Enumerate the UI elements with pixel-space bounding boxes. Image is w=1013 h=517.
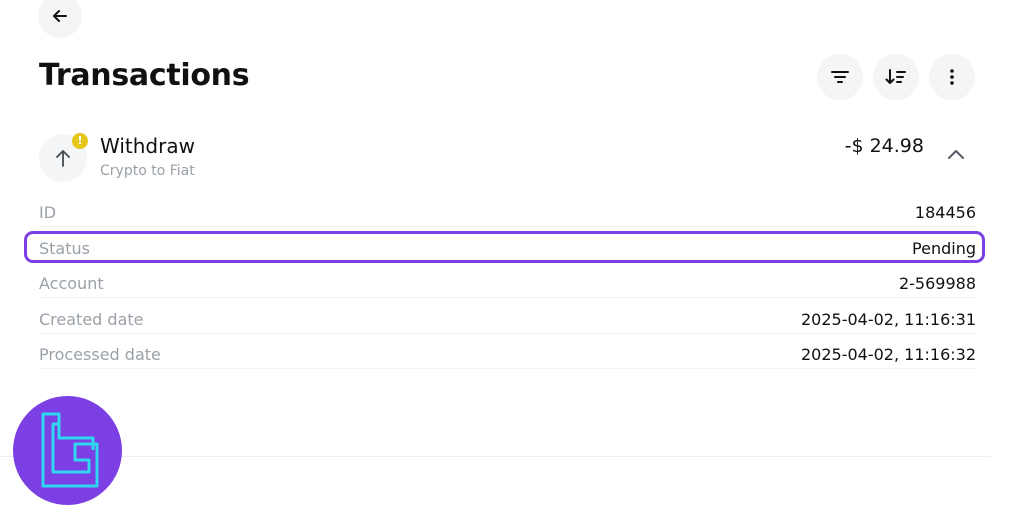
collapse-button[interactable] bbox=[942, 142, 970, 166]
chevron-up-icon bbox=[948, 150, 964, 159]
more-vertical-icon bbox=[950, 69, 954, 85]
detail-label: ID bbox=[39, 202, 57, 222]
arrow-up-icon bbox=[56, 150, 70, 167]
section-divider bbox=[0, 456, 991, 457]
filter-button[interactable] bbox=[817, 54, 863, 100]
detail-value: 2025-04-02, 11:16:31 bbox=[800, 309, 976, 329]
detail-row-created-date: Created date 2025-04-02, 11:16:31 bbox=[39, 304, 976, 334]
detail-row-id: ID 184456 bbox=[39, 197, 976, 227]
transactions-page: Transactions ! Withdraw Crypto to Fiat -… bbox=[0, 0, 1013, 517]
more-options-button[interactable] bbox=[929, 54, 975, 100]
status-highlight-frame bbox=[24, 231, 985, 263]
detail-row-processed-date: Processed date 2025-04-02, 11:16:32 bbox=[39, 339, 976, 369]
detail-label: Account bbox=[39, 273, 104, 293]
brand-logo bbox=[13, 396, 122, 505]
detail-value: 184456 bbox=[914, 202, 976, 222]
transaction-amount: -$ 24.98 bbox=[844, 135, 924, 157]
sort-icon bbox=[885, 69, 906, 84]
detail-value: 2025-04-02, 11:16:32 bbox=[800, 344, 976, 364]
warning-badge: ! bbox=[72, 133, 88, 149]
page-title: Transactions bbox=[39, 58, 250, 93]
detail-value: 2-569988 bbox=[898, 273, 976, 293]
brand-logo-icon bbox=[41, 412, 98, 487]
filter-icon bbox=[831, 71, 849, 83]
back-button[interactable] bbox=[38, 0, 82, 38]
arrow-left-icon bbox=[53, 10, 67, 22]
detail-row-account: Account 2-569988 bbox=[39, 268, 976, 298]
sort-button[interactable] bbox=[873, 54, 919, 100]
transaction-subtype: Crypto to Fiat bbox=[100, 163, 195, 179]
transaction-type: Withdraw bbox=[100, 134, 195, 158]
detail-label: Created date bbox=[39, 309, 144, 329]
detail-label: Processed date bbox=[39, 344, 161, 364]
